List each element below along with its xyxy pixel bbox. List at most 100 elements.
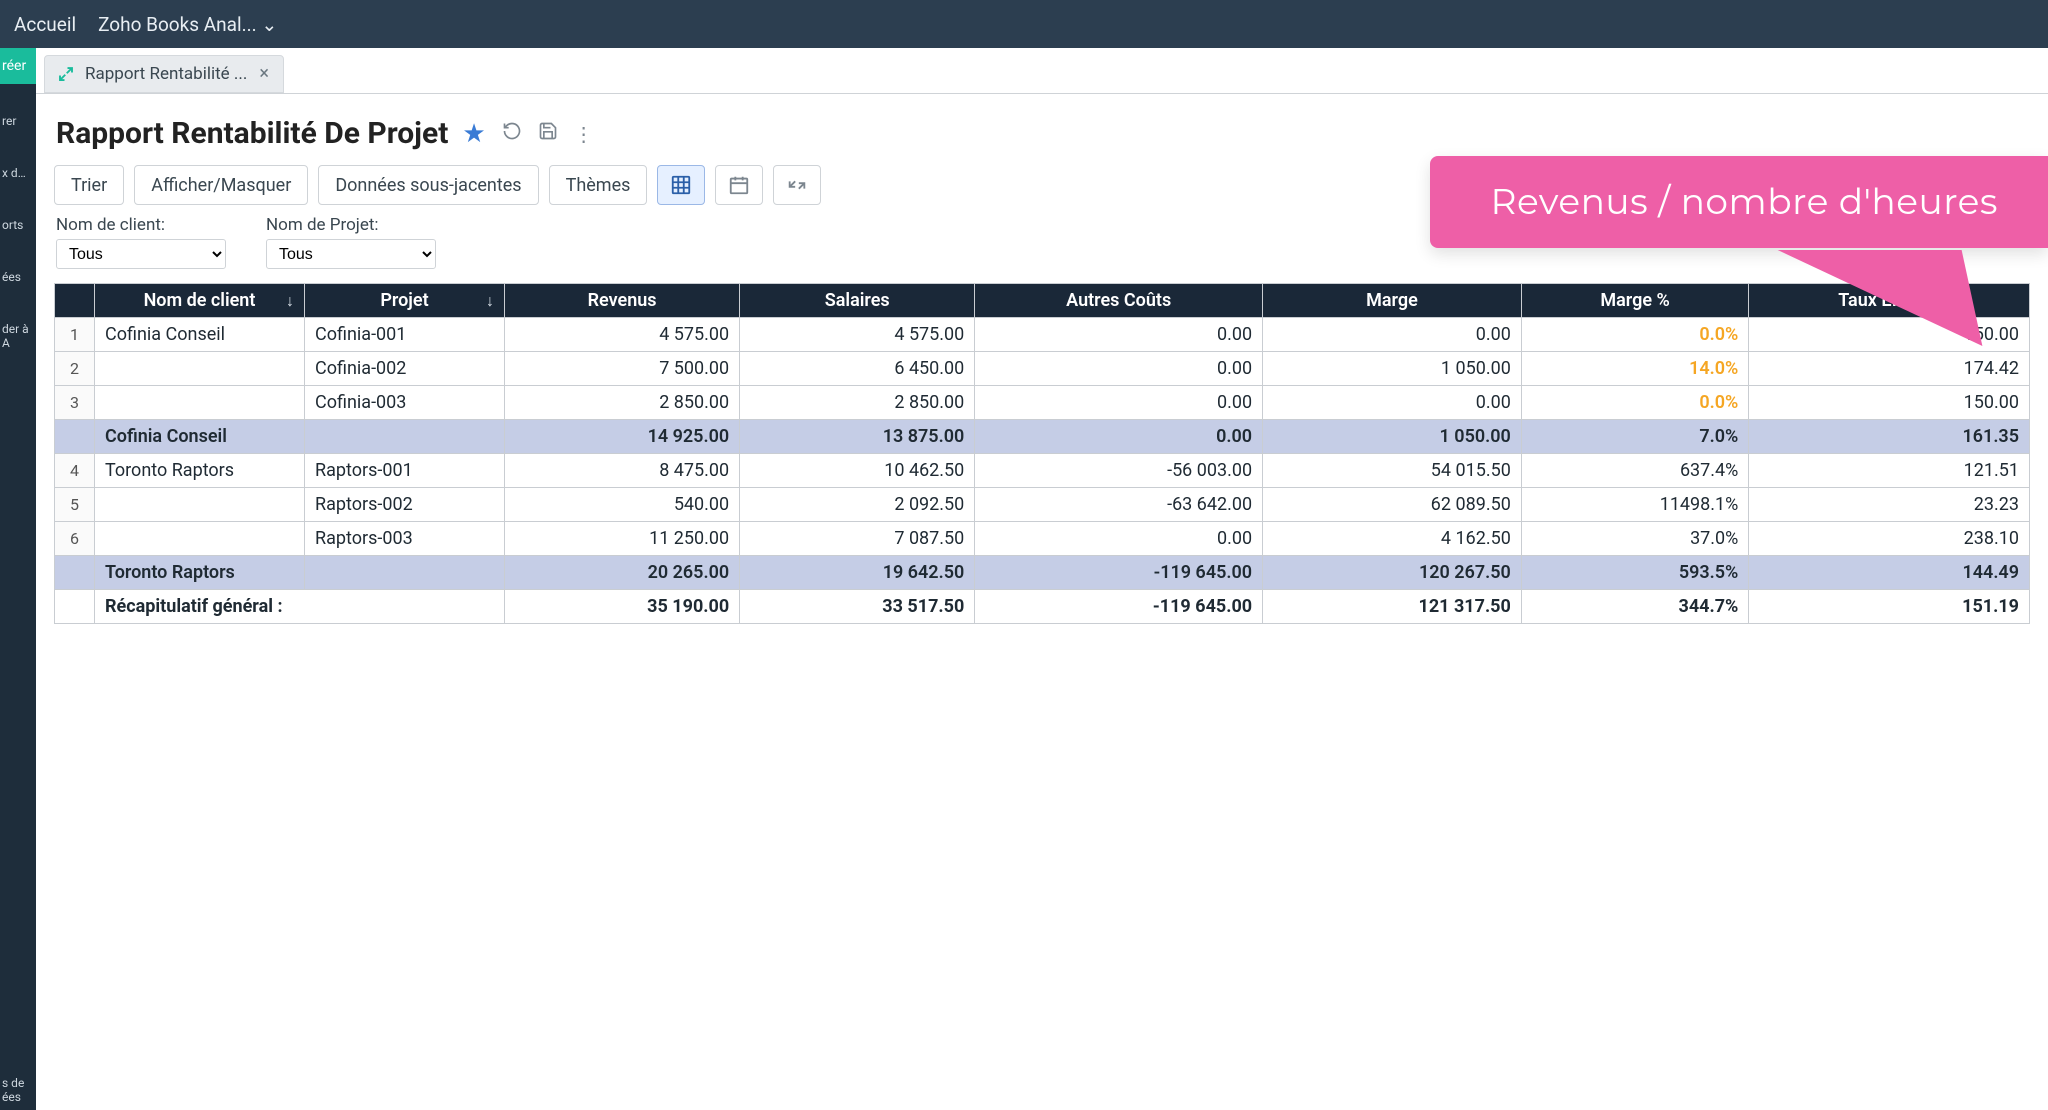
- table-row[interactable]: 3Cofinia-0032 850.002 850.000.000.000.0%…: [55, 386, 2030, 420]
- cell-revenue: 14 925.00: [505, 420, 740, 454]
- filter-client-select[interactable]: Tous: [56, 239, 226, 269]
- filter-project: Nom de Projet: Tous: [266, 215, 436, 269]
- cell-rate: 161.35: [1749, 420, 2030, 454]
- cell-margin: 120 267.50: [1263, 556, 1522, 590]
- callout: Revenus / nombre d'heures: [1430, 156, 2048, 248]
- title-actions: ★ ⋮: [462, 119, 593, 149]
- main: Rapport Rentabilité ... × Rapport Rentab…: [36, 48, 2048, 1110]
- cell-other-costs: 0.00: [975, 386, 1263, 420]
- table-row[interactable]: 6Raptors-00311 250.007 087.500.004 162.5…: [55, 522, 2030, 556]
- cell-rownum: 6: [55, 522, 95, 556]
- view-calendar-icon[interactable]: [715, 165, 763, 205]
- sidebar-item-4[interactable]: der à A: [0, 292, 36, 358]
- cell-salaries: 7 087.50: [740, 522, 975, 556]
- cell-margin-pct: 11498.1%: [1521, 488, 1749, 522]
- sidebar-bottom-0[interactable]: s de: [2, 1076, 34, 1090]
- grand-total-row: Récapitulatif général :35 190.0033 517.5…: [55, 590, 2030, 624]
- cell-margin-pct: 14.0%: [1521, 352, 1749, 386]
- star-icon[interactable]: ★: [462, 119, 485, 149]
- cell-revenue: 8 475.00: [505, 454, 740, 488]
- col-margin-pct[interactable]: Marge %: [1521, 284, 1749, 318]
- sidebar-item-3[interactable]: ées: [0, 240, 36, 292]
- cell-margin: 0.00: [1263, 318, 1522, 352]
- page-title: Rapport Rentabilité De Projet: [56, 116, 448, 151]
- cell-project: Cofinia-003: [305, 386, 505, 420]
- create-button[interactable]: réer: [0, 48, 36, 84]
- home-link[interactable]: Accueil: [14, 13, 76, 36]
- col-rownum[interactable]: [55, 284, 95, 318]
- topbar: Accueil Zoho Books Anal... ⌄: [0, 0, 2048, 48]
- sidebar-item-0[interactable]: rer: [0, 84, 36, 136]
- col-project[interactable]: Projet↓: [305, 284, 505, 318]
- cell-client: [95, 386, 305, 420]
- col-revenue[interactable]: Revenus: [505, 284, 740, 318]
- filter-project-select[interactable]: Tous: [266, 239, 436, 269]
- cell-project: Raptors-003: [305, 522, 505, 556]
- cell-margin-pct: 0.0%: [1521, 386, 1749, 420]
- cell-revenue: 11 250.00: [505, 522, 740, 556]
- cell-revenue: 4 575.00: [505, 318, 740, 352]
- refresh-icon[interactable]: [502, 121, 522, 146]
- filter-client: Nom de client: Tous: [56, 215, 226, 269]
- table-wrap: Nom de client↓ Projet↓ Revenus Salaires …: [36, 283, 2048, 624]
- cell-other-costs: 0.00: [975, 420, 1263, 454]
- cell-margin: 1 050.00: [1263, 352, 1522, 386]
- collapse-icon[interactable]: [773, 165, 821, 205]
- subtotal-row: Cofinia Conseil14 925.0013 875.000.001 0…: [55, 420, 2030, 454]
- themes-button[interactable]: Thèmes: [549, 165, 648, 205]
- cell-project: [305, 420, 505, 454]
- table-row[interactable]: 1Cofinia ConseilCofinia-0014 575.004 575…: [55, 318, 2030, 352]
- sidebar-item-2[interactable]: orts: [0, 188, 36, 240]
- view-table-icon[interactable]: [657, 165, 705, 205]
- cell-rownum: 4: [55, 454, 95, 488]
- cell-margin: 62 089.50: [1263, 488, 1522, 522]
- tab-report[interactable]: Rapport Rentabilité ... ×: [44, 55, 284, 93]
- close-icon[interactable]: ×: [257, 63, 271, 84]
- cell-other-costs: 0.00: [975, 522, 1263, 556]
- filter-project-label: Nom de Projet:: [266, 215, 436, 235]
- more-icon[interactable]: ⋮: [574, 122, 594, 146]
- header-row: Nom de client↓ Projet↓ Revenus Salaires …: [55, 284, 2030, 318]
- sidebar-bottom: s de ées: [0, 1070, 36, 1110]
- show-hide-button[interactable]: Afficher/Masquer: [134, 165, 308, 205]
- underlying-data-button[interactable]: Données sous-jacentes: [318, 165, 538, 205]
- cell-salaries: 33 517.50: [740, 590, 975, 624]
- table-row[interactable]: 5Raptors-002540.002 092.50-63 642.0062 0…: [55, 488, 2030, 522]
- cell-rate: 23.23: [1749, 488, 2030, 522]
- cell-project: Raptors-002: [305, 488, 505, 522]
- sort-asc-icon: ↓: [486, 291, 494, 311]
- cell-revenue: 35 190.00: [505, 590, 740, 624]
- cell-margin-pct: 637.4%: [1521, 454, 1749, 488]
- cell-margin-pct: 0.0%: [1521, 318, 1749, 352]
- col-client[interactable]: Nom de client↓: [95, 284, 305, 318]
- sidebar-bottom-1[interactable]: ées: [2, 1090, 34, 1104]
- col-salaries[interactable]: Salaires: [740, 284, 975, 318]
- subtotal-row: Toronto Raptors20 265.0019 642.50-119 64…: [55, 556, 2030, 590]
- sidebar: réer rer x d… orts ées der à A s de ées: [0, 48, 36, 1110]
- cell-client: [95, 522, 305, 556]
- cell-client: Toronto Raptors: [95, 454, 305, 488]
- workspace-label: Zoho Books Anal...: [98, 13, 257, 36]
- cell-rownum: 3: [55, 386, 95, 420]
- workspace-dropdown[interactable]: Zoho Books Anal... ⌄: [98, 13, 277, 36]
- cell-project: Raptors-001: [305, 454, 505, 488]
- sort-button[interactable]: Trier: [54, 165, 124, 205]
- cell-margin-pct: 7.0%: [1521, 420, 1749, 454]
- col-margin[interactable]: Marge: [1263, 284, 1522, 318]
- tabstrip: Rapport Rentabilité ... ×: [36, 48, 2048, 94]
- table-row[interactable]: 2Cofinia-0027 500.006 450.000.001 050.00…: [55, 352, 2030, 386]
- table-row[interactable]: 4Toronto RaptorsRaptors-0018 475.0010 46…: [55, 454, 2030, 488]
- cell-rownum: 1: [55, 318, 95, 352]
- col-other-costs[interactable]: Autres Coûts: [975, 284, 1263, 318]
- cell-revenue: 7 500.00: [505, 352, 740, 386]
- cell-project: Cofinia-002: [305, 352, 505, 386]
- cell-salaries: 10 462.50: [740, 454, 975, 488]
- cell-rate: 150.00: [1749, 386, 2030, 420]
- title-row: Rapport Rentabilité De Projet ★ ⋮: [36, 94, 2048, 161]
- pivot-table: Nom de client↓ Projet↓ Revenus Salaires …: [54, 283, 2030, 624]
- cell-rownum: 2: [55, 352, 95, 386]
- sidebar-item-1[interactable]: x d…: [0, 136, 36, 188]
- save-icon[interactable]: [538, 121, 558, 146]
- callout-text: Revenus / nombre d'heures: [1490, 180, 1998, 224]
- sort-asc-icon: ↓: [286, 291, 294, 311]
